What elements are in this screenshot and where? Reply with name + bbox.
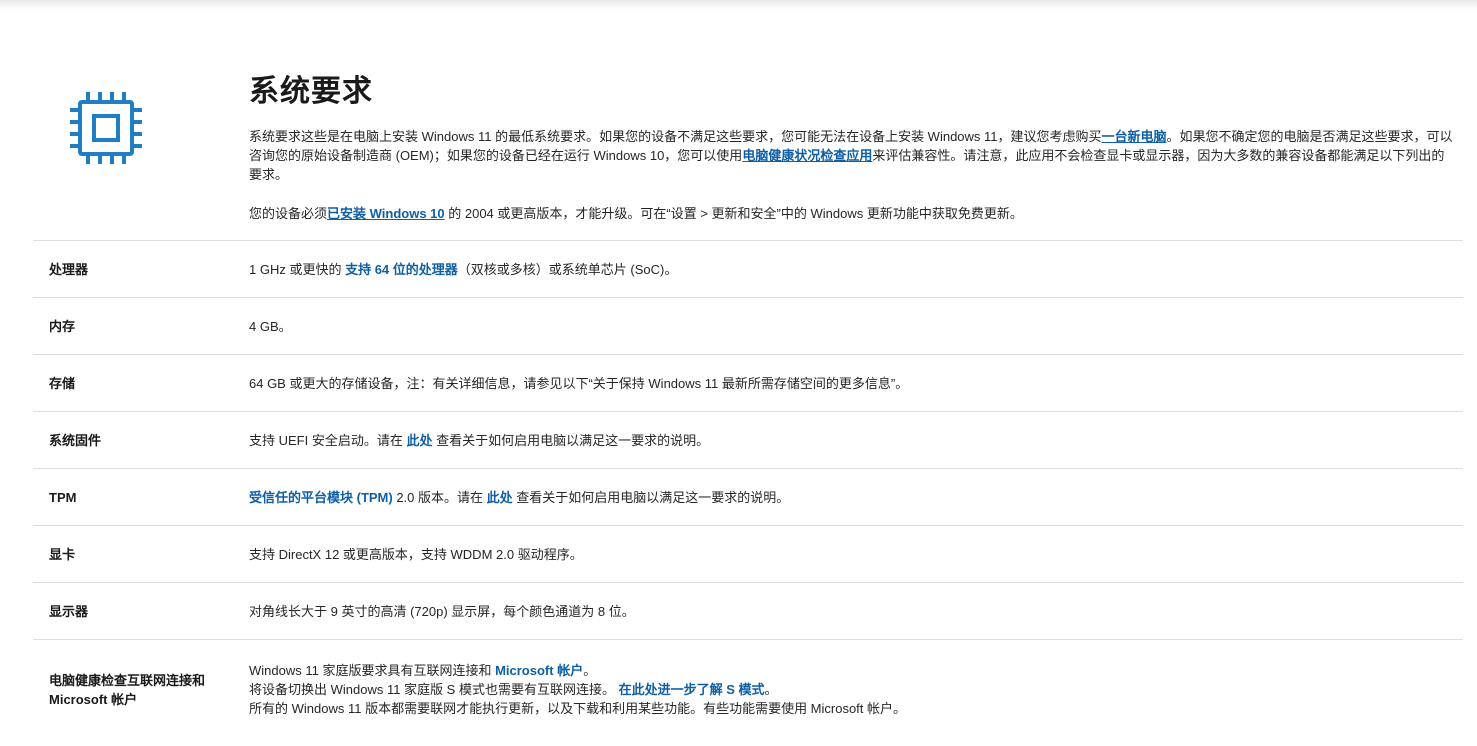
table-row: 显卡 支持 DirectX 12 或更高版本，支持 WDDM 2.0 驱动程序。 [33, 525, 1463, 582]
value-line: 将设备切换出 Windows 11 家庭版 S 模式也需要有互联网连接。 在此处… [249, 680, 1463, 699]
uefi-here-link[interactable]: 此处 [406, 433, 432, 448]
s-mode-link[interactable]: 在此处进一步了解 S 模式 [619, 682, 765, 697]
value-text: 。 [764, 682, 778, 697]
upgrade-text: 的 2004 或更高版本，才能升级。可在“设置 > 更新和安全”中的 Windo… [444, 206, 1023, 221]
value-text: 。 [583, 663, 597, 678]
table-row: 系统固件 支持 UEFI 安全启动。请在 此处 查看关于如何启用电脑以满足这一要… [33, 411, 1463, 468]
upgrade-text: 您的设备必须 [249, 206, 328, 221]
value-text: Windows 11 家庭版要求具有互联网连接和 [249, 663, 496, 678]
tpm-here-link[interactable]: 此处 [487, 490, 513, 505]
row-label: TPM [49, 489, 77, 505]
page-title: 系统要求 [249, 75, 373, 108]
row-label: 处理器 [49, 261, 89, 277]
value-text: 将设备切换出 Windows 11 家庭版 S 模式也需要有互联网连接。 [249, 682, 619, 697]
table-row: 内存 4 GB。 [33, 297, 1463, 354]
row-value: 受信任的平台模块 (TPM) 2.0 版本。请在 此处 查看关于如何启用电脑以满… [249, 488, 1463, 507]
row-value: 支持 UEFI 安全启动。请在 此处 查看关于如何启用电脑以满足这一要求的说明。 [249, 431, 1463, 450]
row-label: 显卡 [49, 546, 76, 562]
row-label: 显示器 [49, 603, 89, 619]
value-text: 2.0 版本。请在 [392, 489, 487, 505]
row-value: 1 GHz 或更快的 支持 64 位的处理器（双核或多核）或系统单芯片 (SoC… [249, 260, 1463, 279]
value-text: 1 GHz 或更快的 [249, 261, 346, 277]
table-row: TPM 受信任的平台模块 (TPM) 2.0 版本。请在 此处 查看关于如何启用… [33, 468, 1463, 525]
upgrade-note: 您的设备必须已安装 Windows 10 的 2004 或更高版本，才能升级。可… [249, 204, 1454, 223]
row-value: 4 GB。 [249, 318, 292, 334]
windows10-installed-link[interactable]: 已安装 Windows 10 [327, 206, 445, 221]
row-label: 内存 [49, 318, 76, 334]
top-shadow [0, 0, 1477, 10]
intro-text: 系统要求这些是在电脑上安装 Windows 11 的最低系统要求。如果您的设备不… [249, 129, 1102, 144]
value-text: 支持 UEFI 安全启动。请在 [249, 432, 407, 448]
row-value: 对角线长大于 9 英寸的高清 (720p) 显示屏，每个颜色通道为 8 位。 [249, 603, 635, 619]
row-label: 系统固件 [49, 432, 102, 448]
value-text: （双核或多核）或系统单芯片 (SoC)。 [457, 261, 678, 277]
row-value: 支持 DirectX 12 或更高版本，支持 WDDM 2.0 驱动程序。 [249, 546, 583, 562]
row-label: 存储 [49, 375, 76, 391]
requirements-table: 处理器 1 GHz 或更快的 支持 64 位的处理器（双核或多核）或系统单芯片 … [33, 240, 1463, 739]
value-text: 查看关于如何启用电脑以满足这一要求的说明。 [432, 432, 710, 448]
table-row: 存储 64 GB 或更大的存储设备，注：有关详细信息，请参见以下“关于保持 Wi… [33, 354, 1463, 411]
row-value: Windows 11 家庭版要求具有互联网连接和 Microsoft 帐户。 将… [249, 661, 1463, 718]
row-label: 电脑健康检查互联网连接和 Microsoft 帐户 [49, 672, 206, 707]
new-pc-link[interactable]: 一台新电脑 [1102, 129, 1167, 144]
cpu-chip-icon [66, 88, 146, 168]
table-row: 电脑健康检查互联网连接和 Microsoft 帐户 Windows 11 家庭版… [33, 639, 1463, 739]
value-line: Windows 11 家庭版要求具有互联网连接和 Microsoft 帐户。 [249, 661, 1463, 680]
value-line: 所有的 Windows 11 版本都需要联网才能执行更新，以及下载和利用某些功能… [249, 701, 907, 716]
table-row: 显示器 对角线长大于 9 英寸的高清 (720p) 显示屏，每个颜色通道为 8 … [33, 582, 1463, 639]
pc-health-check-link[interactable]: 电脑健康状况检查应用 [742, 148, 872, 163]
microsoft-account-link[interactable]: Microsoft 帐户 [495, 663, 583, 678]
value-text: 查看关于如何启用电脑以满足这一要求的说明。 [512, 489, 790, 505]
row-value: 64 GB 或更大的存储设备，注：有关详细信息，请参见以下“关于保持 Windo… [249, 375, 909, 391]
table-row: 处理器 1 GHz 或更快的 支持 64 位的处理器（双核或多核）或系统单芯片 … [33, 240, 1463, 297]
64bit-processor-link[interactable]: 支持 64 位的处理器 [345, 262, 458, 277]
tpm-link[interactable]: 受信任的平台模块 (TPM) [249, 490, 393, 505]
intro-paragraph: 系统要求这些是在电脑上安装 Windows 11 的最低系统要求。如果您的设备不… [249, 127, 1454, 184]
